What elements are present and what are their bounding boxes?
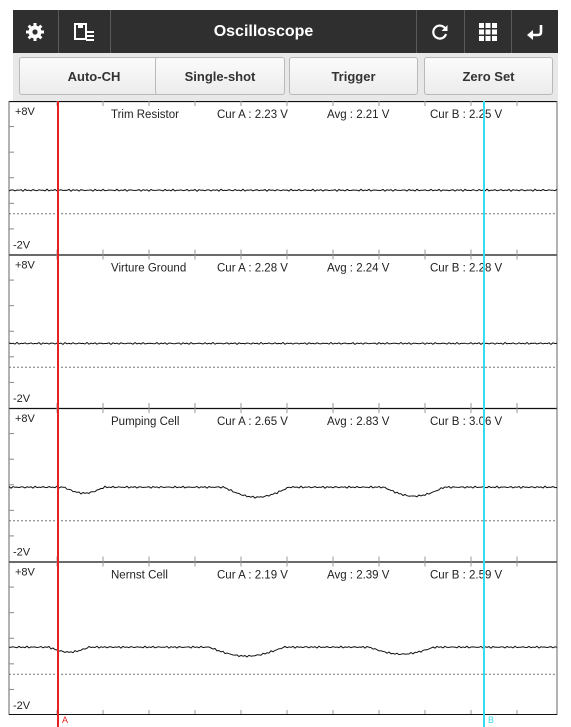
y-max-label: +8V: [15, 106, 36, 118]
channel-name: Virture Ground: [111, 263, 186, 275]
trigger-button[interactable]: Trigger: [289, 57, 418, 95]
auto-ch-button[interactable]: Auto-CH: [19, 57, 169, 95]
control-buttons-row: Auto-CH Single-shot Trigger Zero Set: [13, 53, 558, 101]
y-min-label: -2V: [13, 547, 31, 559]
cursor-a-value: Cur A : 2.19 V: [217, 570, 288, 582]
average-value: Avg : 2.39 V: [327, 570, 390, 582]
y-min-label: -2V: [13, 393, 31, 405]
y-max-label: +8V: [15, 567, 36, 579]
y-max-label: +8V: [15, 260, 36, 272]
channel-name: Pumping Cell: [111, 416, 179, 428]
cursor-a-label: A: [62, 715, 68, 725]
waveform-trace: [9, 645, 558, 658]
zero-set-label: Zero Set: [462, 68, 515, 84]
single-shot-label: Single-shot: [184, 68, 256, 84]
average-value: Avg : 2.83 V: [327, 416, 390, 428]
channel-name: Nernst Cell: [111, 570, 168, 582]
average-value: Avg : 2.21 V: [327, 109, 390, 121]
top-toolbar: Oscilloscope: [13, 10, 558, 53]
refresh-icon[interactable]: [417, 10, 463, 53]
channel-name: Trim Resistor: [111, 109, 179, 121]
waveform-trace: [8, 188, 558, 192]
save-list-icon[interactable]: [59, 10, 109, 53]
single-shot-button[interactable]: Single-shot: [155, 57, 285, 95]
cursor-a-value: Cur A : 2.28 V: [217, 263, 288, 275]
cursor-b-label: B: [488, 715, 494, 725]
cursor-b-value: Cur B : 2.59 V: [430, 570, 503, 582]
y-min-label: -2V: [13, 240, 31, 252]
cursor-b-value: Cur B : 3.06 V: [430, 416, 503, 428]
oscilloscope-display[interactable]: +8V -2V Trim Resistor Cur A : 2.23 V Avg : 2…: [0, 101, 571, 727]
waveform-trace: [8, 485, 558, 499]
app-title: Oscilloscope: [213, 23, 314, 40]
y-min-label: -2V: [13, 700, 31, 712]
cursor-b-value: Cur B : 2.25 V: [430, 109, 503, 121]
gear-icon[interactable]: [13, 10, 56, 53]
cursor-a-value: Cur A : 2.65 V: [217, 416, 288, 428]
waveform-trace: [8, 341, 558, 346]
zero-set-button[interactable]: Zero Set: [424, 57, 553, 95]
average-value: Avg : 2.24 V: [327, 263, 390, 275]
cursor-b-value: Cur B : 2.28 V: [430, 263, 503, 275]
grid-icon[interactable]: [465, 10, 510, 53]
return-arrow-icon[interactable]: [512, 10, 558, 53]
trigger-label: Trigger: [331, 68, 376, 84]
y-max-label: +8V: [15, 413, 36, 425]
auto-ch-label: Auto-CH: [67, 68, 121, 84]
cursor-a-value: Cur A : 2.23 V: [217, 109, 288, 121]
